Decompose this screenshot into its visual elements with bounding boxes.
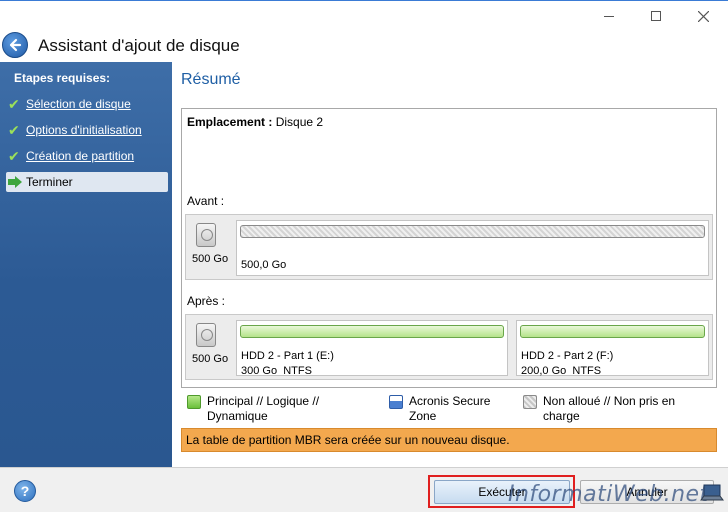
disk-after-row: 500 Go HDD 2 - Part 1 (E:) 300 Go NTFS H… (185, 314, 713, 380)
legend-item-secure-zone: Acronis Secure Zone (389, 394, 509, 424)
disk-size: 500 Go (192, 253, 229, 265)
sidebar-step-init-options[interactable]: ✔ Options d'initialisation (6, 120, 168, 140)
partition-size: 300 Go (241, 365, 278, 377)
after-label: Après : (187, 294, 226, 308)
checkmark-icon: ✔ (8, 95, 20, 112)
help-button[interactable]: ? (14, 480, 36, 502)
disk-info: 500 Go (186, 315, 234, 379)
summary-area: Emplacement : Disque 2 Avant : 500 Go 50… (181, 108, 717, 512)
primary-swatch-icon (187, 395, 201, 409)
minimize-icon (604, 15, 614, 17)
primary-bar (240, 325, 504, 338)
primary-bar (520, 325, 705, 338)
sidebar-step-finish[interactable]: Terminer (6, 172, 168, 192)
disk-size: 500 Go (192, 353, 229, 365)
disk-before-row: 500 Go 500,0 Go (185, 214, 713, 280)
sidebar-step-partition-creation[interactable]: ✔ Création de partition (6, 146, 168, 166)
arrow-right-icon (8, 176, 22, 188)
legend-label: Principal // Logique // Dynamique (207, 394, 320, 423)
disk-info: 500 Go (186, 215, 234, 279)
location-line: Emplacement : Disque 2 (187, 115, 323, 129)
partition-f[interactable]: HDD 2 - Part 2 (F:) 200,0 Go NTFS (516, 320, 709, 377)
step-label: Options d'initialisation (26, 123, 142, 137)
close-icon (697, 10, 709, 22)
location-label: Emplacement : (187, 115, 273, 129)
legend-item-primary: Principal // Logique // Dynamique (187, 394, 377, 424)
close-button[interactable] (680, 1, 726, 31)
checkmark-icon: ✔ (8, 121, 20, 138)
partition-size-fs: 300 Go NTFS (241, 365, 312, 377)
hard-disk-icon (196, 323, 216, 347)
partition-unallocated[interactable]: 500,0 Go (236, 220, 709, 276)
step-label: Sélection de disque (26, 97, 131, 111)
wizard-header: Assistant d'ajout de disque (0, 30, 728, 62)
partition-name: HDD 2 - Part 1 (E:) (241, 350, 334, 362)
summary-box: Emplacement : Disque 2 Avant : 500 Go 50… (181, 108, 717, 388)
maximize-icon (651, 11, 661, 21)
window-title: Assistant d'ajout de disque (38, 36, 240, 55)
steps-sidebar: Etapes requises: ✔ Sélection de disque ✔… (0, 62, 172, 467)
back-arrow-icon (9, 38, 22, 52)
unallocated-swatch-icon (523, 395, 537, 409)
before-label: Avant : (187, 194, 225, 208)
secure-zone-swatch-icon (389, 395, 403, 409)
window-titlebar (0, 0, 728, 30)
step-label: Terminer (26, 175, 73, 189)
step-label: Création de partition (26, 149, 135, 163)
button-bar: ? Exécuter Annuler InformatiWeb.net (0, 467, 728, 512)
sidebar-step-disk-selection[interactable]: ✔ Sélection de disque (6, 94, 168, 114)
main-panel: Résumé Emplacement : Disque 2 Avant : 50… (172, 62, 728, 467)
legend-label: Non alloué // Non pris en charge (543, 394, 676, 423)
unallocated-bar (240, 225, 705, 238)
legend-item-unallocated: Non alloué // Non pris en charge (523, 394, 693, 424)
minimize-button[interactable] (586, 1, 632, 31)
partition-size: 200,0 Go (521, 365, 567, 377)
partition-fs: NTFS (283, 365, 312, 377)
partition-fs: NTFS (572, 365, 602, 377)
maximize-button[interactable] (633, 1, 679, 31)
checkmark-icon: ✔ (8, 147, 20, 164)
legend: Principal // Logique // Dynamique Acroni… (181, 392, 717, 424)
partition-size: 500,0 Go (241, 259, 287, 271)
watermark-text: InformatiWeb.net (508, 482, 709, 507)
back-button[interactable] (2, 32, 28, 58)
location-value: Disque 2 (275, 115, 324, 129)
laptop-icon (700, 484, 724, 501)
legend-label: Acronis Secure Zone (409, 394, 491, 423)
info-banner: La table de partition MBR sera créée sur… (181, 428, 717, 452)
partition-size-fs: 200,0 Go NTFS (521, 365, 601, 377)
steps-heading: Etapes requises: (14, 71, 111, 85)
partition-e[interactable]: HDD 2 - Part 1 (E:) 300 Go NTFS (236, 320, 508, 377)
section-title: Résumé (181, 71, 241, 88)
partition-name: HDD 2 - Part 2 (F:) (521, 350, 614, 362)
hard-disk-icon (196, 223, 216, 247)
